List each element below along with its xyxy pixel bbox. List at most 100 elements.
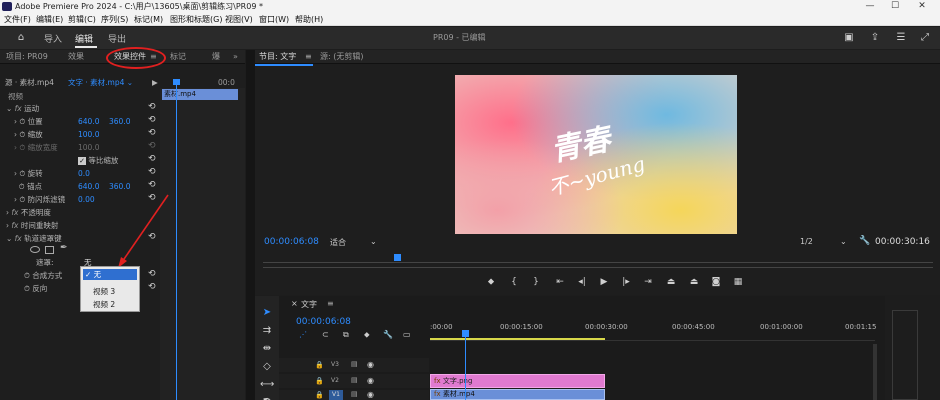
tab-program[interactable]: 节目: 文字 — [259, 51, 296, 63]
comparison-view-icon[interactable]: ▦ — [731, 275, 745, 289]
workspace-bar: ⌂ 导入 编辑 导出 PR09 - 已编辑 ▣ ⇪ ☰ ⤢ — [0, 27, 940, 49]
lift-icon[interactable]: ⏏ — [664, 275, 678, 289]
timeline-tab-close-icon[interactable]: × — [291, 299, 298, 308]
quality-select[interactable]: 1/2 ⌄ — [800, 237, 848, 246]
clip-source-mp4[interactable]: fx 素材.mp4 — [430, 389, 605, 400]
slip-tool-icon[interactable]: ⟷ — [260, 378, 274, 392]
lock-icon[interactable]: 🔒 — [315, 391, 324, 399]
close-icon[interactable]: ✕ — [912, 0, 932, 13]
track-label[interactable]: V2 — [331, 377, 339, 384]
quality-label: 1/2 — [800, 237, 813, 246]
mark-in-icon[interactable]: { — [507, 275, 521, 289]
snap-icon[interactable]: ⊂ — [322, 330, 329, 339]
tab-import[interactable]: 导入 — [44, 32, 62, 45]
eye-icon[interactable]: ◉ — [367, 376, 374, 385]
menu-edit[interactable]: 编辑(E) — [36, 13, 63, 26]
sync-lock-icon[interactable]: ▤ — [351, 376, 358, 384]
go-to-in-icon[interactable]: ⇤ — [553, 275, 567, 289]
dropdown-option-none[interactable]: ✓ 无 — [83, 269, 137, 280]
expand-icon[interactable]: ⤢ — [918, 31, 932, 45]
work-area-bar[interactable] — [430, 338, 605, 340]
menu-marker[interactable]: 标记(M) — [134, 13, 163, 26]
fullscreen-icon[interactable]: ▣ — [842, 31, 856, 45]
timeline-timecode[interactable]: 00:00:06:08 — [296, 317, 351, 327]
workspaces-icon[interactable]: ☰ — [894, 31, 908, 45]
captions-icon[interactable]: ▭ — [403, 330, 411, 339]
timeline-playhead[interactable] — [465, 332, 466, 400]
mark-out-icon[interactable]: } — [529, 275, 543, 289]
play-button[interactable]: ▶ — [597, 275, 611, 289]
ruler-label: 00:01:00:00 — [760, 323, 803, 331]
ripple-edit-tool-icon[interactable]: ⇹ — [260, 342, 274, 356]
audio-meter — [892, 310, 918, 400]
minimize-icon[interactable]: — — [860, 0, 880, 13]
linked-selection-icon[interactable]: ⧉ — [343, 330, 349, 340]
nest-icon[interactable]: ⋰ — [299, 330, 307, 339]
step-forward-icon[interactable]: |▸ — [619, 275, 633, 289]
track-label[interactable]: V1 — [329, 390, 343, 400]
fx-badge-icon: fx — [434, 390, 441, 398]
sync-lock-icon[interactable]: ▤ — [351, 390, 358, 398]
matte-dropdown[interactable]: ✓ 无 视频 3 视频 2 — [80, 266, 140, 312]
lock-icon[interactable]: 🔒 — [315, 377, 324, 385]
ruler-label: :00:00 — [430, 323, 453, 331]
track-select-tool-icon[interactable]: ⇉ — [260, 324, 274, 338]
pen-tool-icon[interactable]: ✒ — [260, 394, 274, 400]
ruler-label: 00:01:15 — [845, 323, 877, 331]
ruler-label: 00:00:15:00 — [500, 323, 543, 331]
menu-help[interactable]: 帮助(H) — [295, 13, 323, 26]
program-scrubber[interactable] — [263, 262, 933, 268]
selection-tool-icon[interactable]: ➤ — [260, 306, 274, 320]
lock-icon[interactable]: 🔒 — [315, 361, 324, 369]
share-icon[interactable]: ⇪ — [868, 31, 882, 45]
maximize-icon[interactable]: ☐ — [885, 0, 905, 13]
add-marker-icon[interactable]: ⬥ — [484, 275, 498, 289]
premiere-logo-icon — [2, 2, 12, 11]
extract-icon[interactable]: ⏏ — [687, 275, 701, 289]
dropdown-option-video3[interactable]: 视频 3 — [93, 286, 115, 297]
timeline-menu-icon[interactable]: ≡ — [327, 299, 334, 308]
timeline-tab[interactable]: 文字 — [301, 299, 317, 310]
dropdown-option-video2[interactable]: 视频 2 — [93, 299, 115, 310]
track-header-v1: 🔒 V1 ▤ ◉ — [279, 390, 429, 400]
menu-clip[interactable]: 剪辑(C) — [68, 13, 96, 26]
tab-source[interactable]: 源: (无剪辑) — [320, 51, 363, 63]
timeline-vertical-scrollbar[interactable] — [873, 344, 877, 400]
timeline-panel: × 文字 ≡ 00:00:06:08 ⋰ ⊂ ⧉ ⬥ 🔧 ▭ :00:00 00… — [255, 296, 885, 400]
track-label[interactable]: V3 — [331, 361, 339, 368]
fit-select[interactable]: 适合 ⌄ — [330, 237, 378, 248]
fx-badge-icon: fx — [434, 377, 441, 385]
go-to-out-icon[interactable]: ⇥ — [641, 275, 655, 289]
program-playhead[interactable] — [394, 254, 401, 261]
eye-icon[interactable]: ◉ — [367, 390, 374, 399]
track-header-v2: 🔒 V2 ▤ ◉ — [279, 374, 429, 388]
tab-edit[interactable]: 编辑 — [75, 32, 93, 45]
timeline-playhead-handle[interactable] — [462, 330, 469, 337]
step-back-icon[interactable]: ◂| — [575, 275, 589, 289]
effect-controls-panel: 项目: PR09 效果 效果控件 ≡ 标记 爆 » 源 · 素材.mp4 文字 … — [0, 50, 245, 400]
menu-file[interactable]: 文件(F) — [4, 13, 31, 26]
program-tab-underline — [255, 64, 313, 66]
sync-lock-icon[interactable]: ▤ — [351, 360, 358, 368]
timeline-settings-icon[interactable]: 🔧 — [383, 330, 393, 339]
panel-divider[interactable] — [246, 50, 255, 400]
tools-panel: ➤ ⇉ ⇹ ◇ ⟷ ✒ — [255, 296, 279, 400]
menu-view[interactable]: 视图(V) — [225, 13, 253, 26]
export-frame-icon[interactable]: ◙ — [709, 275, 723, 289]
tab-export[interactable]: 导出 — [108, 32, 126, 45]
menu-sequence[interactable]: 序列(S) — [101, 13, 128, 26]
razor-tool-icon[interactable]: ◇ — [260, 360, 274, 374]
home-icon[interactable]: ⌂ — [14, 31, 28, 45]
menu-graphics[interactable]: 图形和标题(G) — [170, 13, 222, 26]
settings-wrench-icon[interactable]: 🔧 — [859, 236, 870, 246]
eye-icon[interactable]: ◉ — [367, 360, 374, 369]
menu-bar: 文件(F) 编辑(E) 剪辑(C) 序列(S) 标记(M) 图形和标题(G) 视… — [0, 13, 940, 26]
project-title: PR09 - 已编辑 — [433, 33, 486, 42]
program-timecode[interactable]: 00:00:06:08 — [264, 237, 319, 247]
annotation-arrow — [118, 194, 169, 268]
program-tabbar: 节目: 文字 ≡ 源: (无剪辑) — [255, 50, 940, 64]
program-menu-icon[interactable]: ≡ — [305, 51, 312, 63]
clip-text-png[interactable]: fx 文字.png — [430, 374, 605, 388]
add-marker-timeline-icon[interactable]: ⬥ — [364, 330, 370, 340]
menu-window[interactable]: 窗口(W) — [259, 13, 289, 26]
